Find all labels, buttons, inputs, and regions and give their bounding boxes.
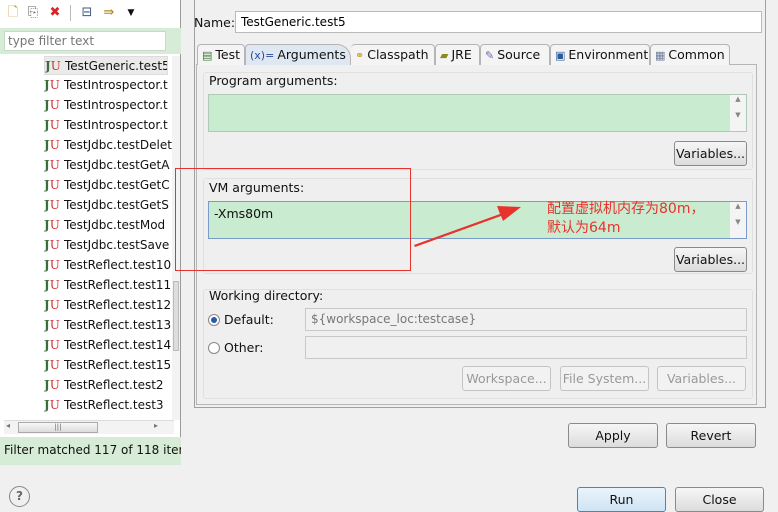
tab-arguments[interactable]: (x)= Arguments	[245, 44, 351, 65]
annotation-arrow	[414, 206, 521, 247]
arguments-icon: (x)=	[250, 49, 275, 62]
annotation-text: 配置虚拟机内存为80m， 默认为64m	[547, 201, 705, 236]
arrow-icon	[414, 206, 521, 247]
